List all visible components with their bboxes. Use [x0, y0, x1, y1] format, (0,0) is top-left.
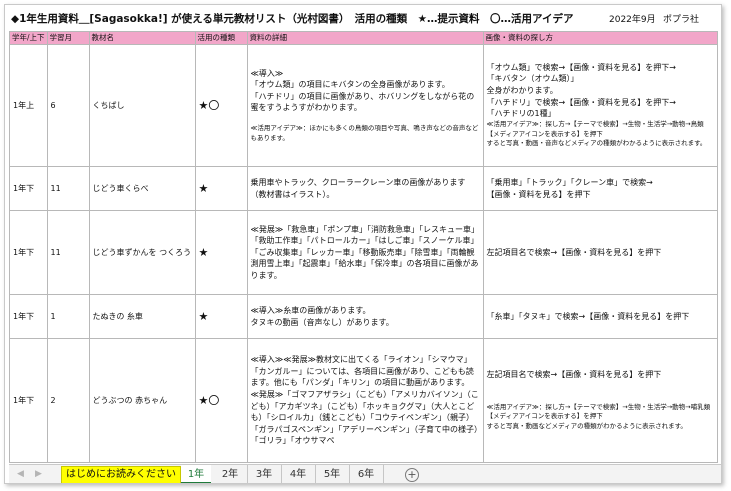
howto-line: 「糸車」「タヌキ」で検索→【画像・資料を見る】を押下 [486, 311, 690, 321]
detail-line: ≪発展≫「ゴマフアザラシ」（こども）「アメリカバイソン」（こども）「アカギツネ」… [250, 389, 479, 446]
howto-line: すると写真・動画・音声などメディアの種類がわかるように表示されます。 [486, 139, 707, 148]
cell-name[interactable]: どうぶつの 赤ちゃん [88, 338, 196, 463]
tab-grade-4[interactable]: 4年 [281, 465, 316, 483]
material-table: 学年/上下 学習月 教材名 活用の種類 資料の詳細 画像・資料の探し方 1年上 … [9, 31, 718, 463]
detail-line: ≪活用アイデア≫：ほかにも多くの鳥類の項目や写真、鳴き声などの音声などもあります… [250, 123, 479, 142]
cell-type[interactable]: ★〇 [194, 338, 248, 463]
detail-line: ≪導入≫ [250, 68, 284, 78]
detail-line: ≪導入≫糸車の画像があります。 [250, 305, 371, 315]
sheet-title-row: ◆1年生用資料＿[Sagasokka!] が使える単元教材リスト（光村図書） 活… [11, 11, 719, 29]
spreadsheet-window: ◆1年生用資料＿[Sagasokka!] が使える単元教材リスト（光村図書） 活… [4, 4, 722, 484]
howto-line: 全身がわかります。 [486, 86, 558, 96]
cell-detail[interactable]: ≪導入≫≪発展≫教材文に出てくる「ライオン」「シマウマ」「カンガルー」については… [246, 338, 484, 463]
table-row: 1年上 6 くちばし ★〇 ≪導入≫ 「オウム類」の項目にキバタンの全身画像があ… [9, 44, 718, 167]
cell-name[interactable]: じどう車ずかんを つくろう [88, 210, 196, 295]
header-type[interactable]: 活用の種類 [194, 31, 248, 45]
detail-line: 「ハチドリ」の項目に画像があり、ホバリングをしながら花の蜜をすうようすがわかりま… [250, 91, 475, 113]
cell-howto[interactable]: 「糸車」「タヌキ」で検索→【画像・資料を見る】を押下 [482, 294, 718, 339]
sheet-title: ◆1年生用資料＿[Sagasokka!] が使える単元教材リスト（光村図書） 活… [11, 13, 574, 25]
howto-line: 【画像・資料を見る】を押下 [486, 189, 591, 199]
howto-line: 左記項目名で検索→【画像・資料を見る】を押下 [486, 247, 662, 257]
cell-grade[interactable]: 1年下 [9, 166, 48, 211]
cell-month[interactable]: 6 [46, 44, 90, 167]
plus-circle-icon[interactable]: + [405, 468, 419, 482]
cell-month[interactable]: 11 [46, 210, 90, 295]
table-row: 1年下 11 じどう車ずかんを つくろう ★ ≪発展≫「救急車」「ポンプ車」「消… [9, 210, 718, 295]
header-month[interactable]: 学習月 [46, 31, 90, 45]
detail-line: タヌキの動画（音声なし）があります。 [250, 317, 394, 327]
cell-grade[interactable]: 1年上 [9, 44, 48, 167]
cell-howto[interactable]: 左記項目名で検索→【画像・資料を見る】を押下 [482, 210, 718, 295]
sheet-tab-bar: ◀ ▶ はじめにお読みください 1年 2年 3年 4年 5年 6年 + [9, 464, 721, 483]
tab-grade-6[interactable]: 6年 [349, 465, 384, 483]
howto-line: 「ハチドリの1種」 [486, 109, 556, 119]
sheet-date: 2022年9月 [609, 15, 656, 25]
tab-grade-3[interactable]: 3年 [247, 465, 282, 483]
triangle-right-icon[interactable]: ▶ [35, 469, 42, 479]
tab-readme[interactable]: はじめにお読みください [61, 466, 181, 483]
howto-line: 「ハチドリ」で検索→【画像・資料を見る】を押下→ [486, 97, 676, 107]
tab-grade-1[interactable]: 1年 [181, 465, 211, 483]
cell-grade[interactable]: 1年下 [9, 210, 48, 295]
howto-line: ≪活用アイデア≫：探し方→【テーマで検索】→生物・生活学→動物→鳥類 【メディア… [486, 119, 711, 138]
cell-name[interactable]: じどう車くらべ [88, 166, 196, 211]
header-grade[interactable]: 学年/上下 [9, 31, 48, 45]
cell-howto[interactable]: 「オウム類」で検索→【画像・資料を見る】を押下→ 「キバタン（オウム類）」 全身… [482, 44, 718, 167]
detail-line: ≪発展≫「救急車」「ポンプ車」「消防救急車」「レスキュー車」「救助工作車」「パト… [250, 224, 480, 280]
header-howto[interactable]: 画像・資料の探し方 [482, 31, 718, 45]
table-row: 1年下 1 たぬきの 糸車 ★ ≪導入≫糸車の画像があります。 タヌキの動画（音… [9, 294, 718, 339]
howto-line: 左記項目名で検索→【画像・資料を見る】を押下 [486, 370, 662, 380]
header-detail[interactable]: 資料の詳細 [246, 31, 484, 45]
cell-month[interactable]: 11 [46, 166, 90, 211]
table-row: 1年下 11 じどう車くらべ ★ 乗用車やトラック、クローラークレーン車の画像が… [9, 166, 718, 211]
table-row: 1年下 2 どうぶつの 赤ちゃん ★〇 ≪導入≫≪発展≫教材文に出てくる「ライオ… [9, 338, 718, 463]
cell-month[interactable]: 1 [46, 294, 90, 339]
cell-grade[interactable]: 1年下 [9, 338, 48, 463]
detail-line: 乗用車やトラック、クローラークレーン車の画像があります（教材書はイラスト）。 [250, 177, 466, 199]
cell-name[interactable]: たぬきの 糸車 [88, 294, 196, 339]
detail-line: 「オウム類」の項目にキバタンの全身画像があります。 [250, 80, 450, 90]
triangle-left-icon[interactable]: ◀ [17, 469, 24, 479]
detail-line: ≪導入≫≪発展≫教材文に出てくる「ライオン」「シマウマ」「カンガルー」については… [250, 355, 474, 388]
cell-detail[interactable]: ≪発展≫「救急車」「ポンプ車」「消防救急車」「レスキュー車」「救助工作車」「パト… [246, 210, 484, 295]
howto-line: すると写真・動画などメディアの種類がわかるように表示されます。 [486, 422, 687, 431]
tab-grade-5[interactable]: 5年 [315, 465, 350, 483]
sheet-publisher: ポプラ社 [663, 15, 700, 25]
cell-type[interactable]: ★〇 [194, 44, 248, 167]
cell-detail[interactable]: ≪導入≫糸車の画像があります。 タヌキの動画（音声なし）があります。 [246, 294, 484, 339]
cell-detail[interactable]: ≪導入≫ 「オウム類」の項目にキバタンの全身画像があります。 「ハチドリ」の項目… [246, 44, 484, 167]
header-row: 学年/上下 学習月 教材名 活用の種類 資料の詳細 画像・資料の探し方 [9, 31, 718, 45]
cell-grade[interactable]: 1年下 [9, 294, 48, 339]
howto-line: 「乗用車」「トラック」「クレーン車」で検索→ [486, 177, 653, 187]
cell-type[interactable]: ★ [194, 166, 248, 211]
howto-line: ≪活用アイデア≫：探し方→【テーマで検索】→生物・生活学→動物→哺乳類 【メディ… [486, 402, 717, 421]
cell-type[interactable]: ★ [194, 210, 248, 295]
header-name[interactable]: 教材名 [88, 31, 196, 45]
cell-type[interactable]: ★ [194, 294, 248, 339]
tab-grade-2[interactable]: 2年 [213, 465, 248, 483]
howto-line: 「キバタン（オウム類）」 [486, 74, 579, 84]
cell-howto[interactable]: 「乗用車」「トラック」「クレーン車」で検索→ 【画像・資料を見る】を押下 [482, 166, 718, 211]
cell-detail[interactable]: 乗用車やトラック、クローラークレーン車の画像があります（教材書はイラスト）。 [246, 166, 484, 211]
howto-line: 「オウム類」で検索→【画像・資料を見る】を押下→ [486, 62, 676, 72]
cell-howto[interactable]: 左記項目名で検索→【画像・資料を見る】を押下 ≪活用アイデア≫：探し方→【テーマ… [482, 338, 718, 463]
cell-name[interactable]: くちばし [88, 44, 196, 167]
cell-month[interactable]: 2 [46, 338, 90, 463]
